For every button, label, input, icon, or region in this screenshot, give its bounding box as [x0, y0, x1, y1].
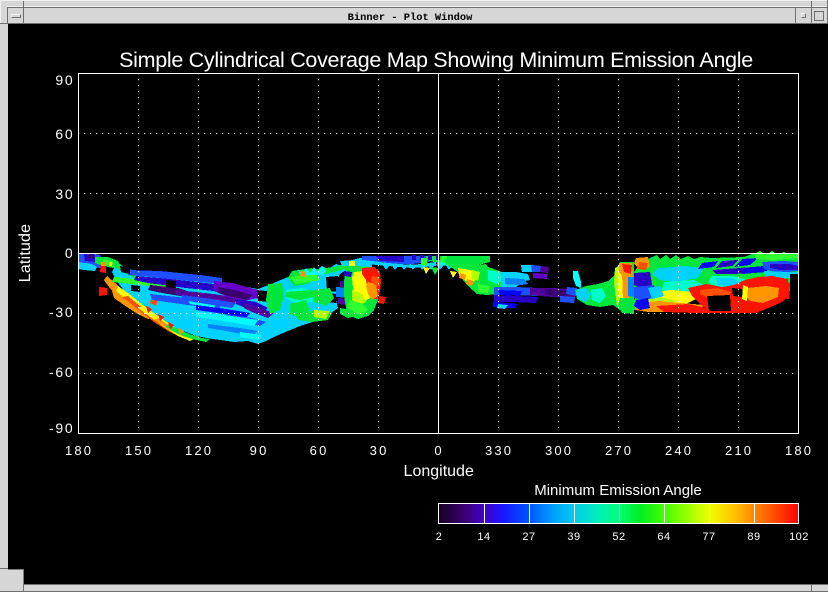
svg-text:-30: -30	[49, 304, 75, 320]
svg-text:180: 180	[785, 443, 813, 458]
svg-text:60: 60	[55, 126, 74, 142]
svg-text:52: 52	[612, 531, 625, 543]
svg-text:Simple Cylindrical Coverage Ma: Simple Cylindrical Coverage Map Showing …	[119, 48, 753, 72]
svg-text:90: 90	[55, 72, 74, 88]
svg-text:60: 60	[310, 443, 329, 458]
svg-text:270: 270	[605, 443, 633, 458]
svg-text:39: 39	[567, 531, 580, 543]
svg-text:240: 240	[665, 443, 693, 458]
svg-text:0: 0	[434, 443, 443, 458]
svg-text:102: 102	[789, 531, 809, 543]
svg-text:210: 210	[725, 443, 753, 458]
svg-text:180: 180	[65, 443, 93, 458]
svg-text:14: 14	[477, 531, 490, 543]
svg-text:64: 64	[657, 531, 670, 543]
svg-text:-60: -60	[49, 364, 75, 380]
svg-text:Minimum Emission Angle: Minimum Emission Angle	[534, 482, 702, 499]
svg-text:300: 300	[545, 443, 573, 458]
svg-text:30: 30	[55, 186, 74, 202]
svg-text:30: 30	[370, 443, 389, 458]
svg-text:77: 77	[702, 531, 715, 543]
svg-text:Latitude: Latitude	[17, 224, 34, 283]
svg-text:90: 90	[250, 443, 269, 458]
svg-text:0: 0	[65, 245, 75, 261]
svg-text:-90: -90	[49, 420, 75, 436]
svg-text:89: 89	[747, 531, 760, 543]
svg-text:Longitude: Longitude	[404, 463, 474, 480]
svg-text:120: 120	[185, 443, 213, 458]
svg-text:2: 2	[436, 531, 443, 543]
svg-text:27: 27	[522, 531, 535, 543]
svg-text:150: 150	[125, 443, 153, 458]
svg-text:330: 330	[485, 443, 513, 458]
